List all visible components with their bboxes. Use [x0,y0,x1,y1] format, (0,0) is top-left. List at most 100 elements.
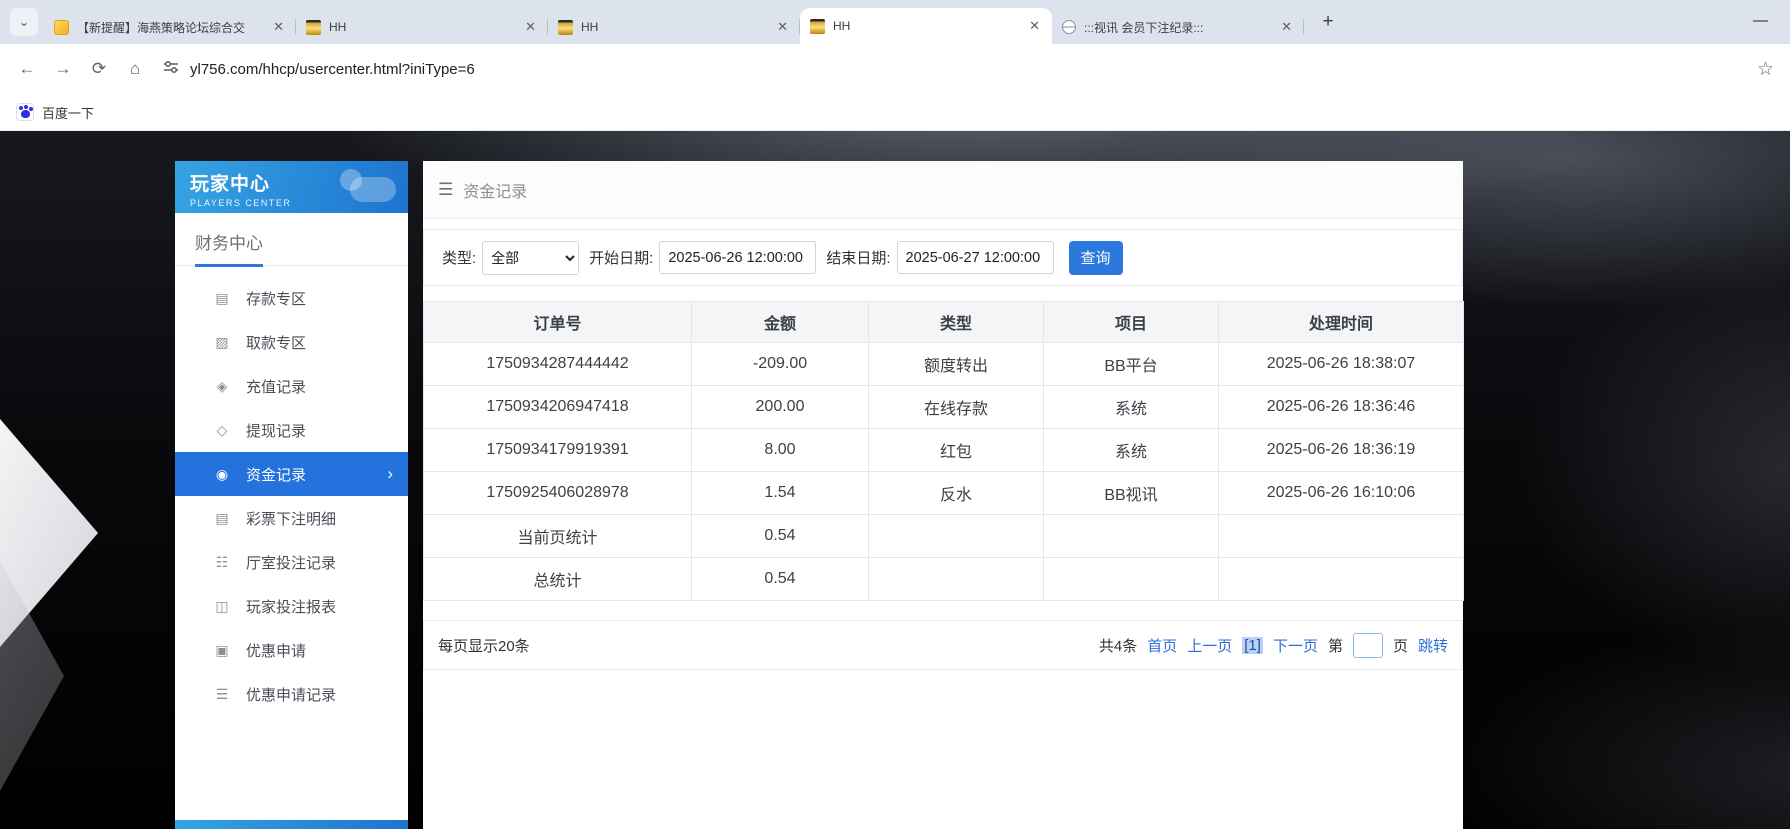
table-row: 1750934287444442 -209.00 额度转出 BB平台 2025-… [424,343,1464,386]
tab-title: 【新提醒】海燕策略论坛综合交 [77,19,263,36]
close-icon[interactable]: ✕ [1027,18,1042,34]
cell-amount: 1.54 [692,472,869,515]
chevron-right-icon: › [387,464,393,484]
cell-amount: -209.00 [692,343,869,386]
sidebar-item-hall-bet-records[interactable]: ☷ 厅室投注记录 [175,540,408,584]
sidebar-title: 玩家中心 [190,169,408,196]
first-page-link[interactable]: 首页 [1147,635,1177,656]
sidebar-item-label: 玩家投注报表 [246,596,336,617]
start-date-input[interactable] [659,241,816,274]
cell-time: 2025-06-26 18:36:46 [1219,386,1464,429]
cell-project: BB平台 [1044,343,1219,386]
cell-order: 1750925406028978 [424,472,692,515]
type-select[interactable]: 全部 [482,241,579,275]
jump-button[interactable]: 跳转 [1418,635,1448,656]
sidebar-item-label: 提现记录 [246,420,306,441]
globe-icon [1062,20,1076,34]
cell-amount: 0.54 [692,515,869,558]
col-project: 项目 [1044,302,1219,343]
cell-empty [1044,515,1219,558]
end-date-input[interactable] [897,241,1054,274]
sidebar-item-funds-records[interactable]: ◉ 资金记录 › [175,452,408,496]
hall-bet-icon: ☷ [213,554,231,571]
close-icon[interactable]: ✕ [271,19,286,35]
site-info-icon[interactable] [162,58,180,81]
cell-empty [869,515,1044,558]
page-title: 资金记录 [463,178,527,202]
cell-type: 额度转出 [869,343,1044,386]
refresh-icon[interactable]: ⟳ [82,52,116,86]
total-count-text: 共4条 [1099,635,1137,656]
tab-title: HH [833,19,1019,33]
sidebar-section: 财务中心 [175,213,408,266]
sidebar-item-label: 存款专区 [246,288,306,309]
sidebar-item-label: 优惠申请记录 [246,684,336,705]
cell-time: 2025-06-26 16:10:06 [1219,472,1464,515]
col-process-time: 处理时间 [1219,302,1464,343]
cell-empty [869,558,1044,601]
report-icon: ◫ [213,598,231,615]
sidebar-item-player-bet-report[interactable]: ◫ 玩家投注报表 [175,584,408,628]
end-date-label: 结束日期: [826,247,890,268]
sidebar-item-label: 彩票下注明细 [246,508,336,529]
jump-suffix-label: 页 [1393,635,1408,656]
prev-page-link[interactable]: 上一页 [1187,635,1232,656]
type-label: 类型: [442,247,476,268]
window-minimize-button[interactable]: — [1753,12,1768,29]
sidebar-item-lottery-bet-details[interactable]: ▤ 彩票下注明细 [175,496,408,540]
sidebar-item-label: 充值记录 [246,376,306,397]
close-icon[interactable]: ✕ [775,19,790,35]
tab-title: HH [581,20,767,34]
funds-icon: ◉ [213,466,231,483]
cell-label: 总统计 [424,558,692,601]
document-icon [54,20,69,35]
sidebar-item-label: 厅室投注记录 [246,552,336,573]
sidebar-next-section-strip [175,820,408,829]
sidebar-section-title: 财务中心 [195,229,263,267]
sidebar-item-promo-apply[interactable]: ▣ 优惠申请 [175,628,408,672]
jump-prefix-label: 第 [1328,635,1343,656]
table-row: 1750934179919391 8.00 红包 系统 2025-06-26 1… [424,429,1464,472]
new-tab-button[interactable]: + [1314,8,1342,36]
sidebar-item-withdraw-zone[interactable]: ▨ 取款专区 [175,320,408,364]
baidu-favicon [16,103,34,121]
browser-tab-2[interactable]: HH ✕ [296,10,548,44]
bookmark-star-icon[interactable]: ☆ [1757,58,1774,81]
browser-tab-1[interactable]: 【新提醒】海燕策略论坛综合交 ✕ [44,10,296,44]
bookmark-baidu[interactable]: 百度一下 [42,103,94,122]
query-button[interactable]: 查询 [1069,241,1123,275]
sidebar-item-deposit-zone[interactable]: ▤ 存款专区 [175,276,408,320]
sidebar-item-promo-apply-records[interactable]: ☰ 优惠申请记录 [175,672,408,716]
menu-icon: ☰ [438,180,453,200]
per-page-text: 每页显示20条 [438,635,530,656]
cell-time: 2025-06-26 18:36:19 [1219,429,1464,472]
close-icon[interactable]: ✕ [1279,19,1294,35]
table-row: 1750925406028978 1.54 反水 BB视讯 2025-06-26… [424,472,1464,515]
cell-project: 系统 [1044,386,1219,429]
pagination-controls: 共4条 首页 上一页 [1] 下一页 第 页 跳转 [1099,633,1448,658]
gold-icon [558,20,573,35]
back-icon[interactable]: ← [10,52,44,86]
address-bar[interactable]: yl756.com/hhcp/usercenter.html?iniType=6 [190,61,1755,78]
home-icon[interactable]: ⌂ [118,52,152,86]
sidebar-item-withdrawal-records[interactable]: ◇ 提现记录 [175,408,408,452]
browser-tab-4-active[interactable]: HH ✕ [800,8,1052,44]
sidebar-header: 玩家中心 PLAYERS CENTER [175,161,408,213]
table-row-grand-total: 总统计 0.54 [424,558,1464,601]
page-number-input[interactable] [1353,633,1383,658]
funds-records-table: 订单号 金额 类型 项目 处理时间 1750934287444442 -209.… [423,301,1464,601]
browser-tab-5[interactable]: :::视讯 会员下注纪录::: ✕ [1052,10,1304,44]
sidebar-item-label: 优惠申请 [246,640,306,661]
close-icon[interactable]: ✕ [523,19,538,35]
table-row-page-total: 当前页统计 0.54 [424,515,1464,558]
tab-search-button[interactable]: ⌄ [10,8,38,36]
cell-amount: 200.00 [692,386,869,429]
next-page-link[interactable]: 下一页 [1273,635,1318,656]
forward-icon[interactable]: → [46,52,80,86]
sidebar-item-recharge-records[interactable]: ◈ 充值记录 [175,364,408,408]
cell-empty [1219,515,1464,558]
browser-tab-3[interactable]: HH ✕ [548,10,800,44]
cell-order: 1750934179919391 [424,429,692,472]
withdrawal-records-icon: ◇ [213,422,231,439]
cell-type: 反水 [869,472,1044,515]
